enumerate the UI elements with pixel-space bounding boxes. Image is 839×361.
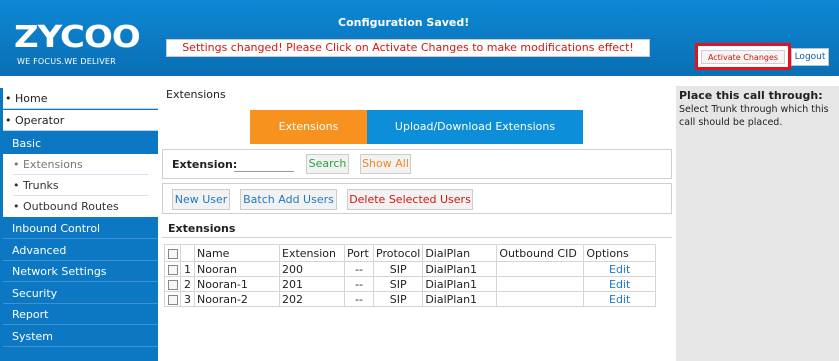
edit-link[interactable]: Edit [583,276,656,292]
row-select-cell [164,291,181,307]
column-header-extension: Extension [279,244,345,262]
row-outbound-cid [496,291,585,307]
row-index: 3 [180,291,195,307]
extensions-table: Name Extension Port Protocol DialPlan Ou… [164,244,656,307]
row-port: -- [344,261,374,277]
sidebar-item-home[interactable]: • Home [3,88,158,109]
table-header-row: Name Extension Port Protocol DialPlan Ou… [164,244,656,262]
sidebar-item-network-settings[interactable]: Network Settings [3,261,158,282]
sidebar-item-extensions[interactable]: • Extensions [3,154,158,175]
row-dialplan: DialPlan1 [422,261,498,277]
row-protocol: SIP [372,261,424,277]
sidebar-item-label: • Extensions [13,154,148,175]
help-panel-title: Place this call through: [679,89,823,102]
sidebar-item-label: • Outbound Routes [13,200,119,213]
help-panel: Place this call through: Select Trunk th… [676,86,839,361]
column-header-outbound-cid: Outbound CID [496,244,585,262]
extensions-section-title: Extensions [168,222,236,235]
sidebar-item-inbound-control[interactable]: Inbound Control [3,218,158,239]
row-checkbox[interactable] [167,264,178,275]
row-index: 2 [180,276,195,292]
search-button[interactable]: Search [306,154,349,174]
config-saved-message: Configuration Saved! [338,16,470,29]
column-header-protocol: Protocol [372,244,424,262]
batch-add-users-button[interactable]: Batch Add Users [240,189,337,210]
row-index: 1 [180,261,195,277]
row-dialplan: DialPlan1 [422,291,498,307]
row-port: -- [344,276,374,292]
edit-link[interactable]: Edit [583,261,656,277]
tab-extensions[interactable]: Extensions [250,110,367,144]
tab-upload-download-extensions[interactable]: Upload/Download Extensions [367,110,583,144]
help-panel-text: Select Trunk through which this call sho… [679,104,829,128]
delete-selected-users-button[interactable]: Delete Selected Users [347,189,473,210]
row-name: Nooran-1 [194,276,280,292]
row-select-cell [164,276,181,292]
new-user-button[interactable]: New User [172,189,230,210]
select-all-cell [164,244,181,262]
zycoo-logo: ZYCOO WE FOCUS.WE DELIVER [14,18,141,70]
row-extension: 200 [279,261,345,277]
sidebar-item-basic[interactable]: Basic [3,133,158,154]
column-header-port: Port [344,244,374,262]
sidebar: • Home • Operator Basic • Extensions • T… [0,88,158,361]
show-all-button[interactable]: Show All [360,154,411,174]
row-port: -- [344,291,374,307]
row-protocol: SIP [372,291,424,307]
row-select-cell [164,261,181,277]
row-protocol: SIP [372,276,424,292]
sidebar-item-trunks[interactable]: • Trunks [3,175,158,196]
table-row: 1 Nooran 200 -- SIP DialPlan1 Edit [164,261,656,277]
column-header-dialplan: DialPlan [422,244,498,262]
column-header-index [180,244,195,262]
logo-text: ZYCOO [14,19,141,55]
logout-button[interactable]: Logout [791,48,829,66]
row-extension: 202 [279,291,345,307]
row-name: Nooran [194,261,280,277]
sidebar-item-report[interactable]: Report [3,304,158,325]
settings-changed-notice: Settings changed! Please Click on Activa… [166,39,650,57]
sidebar-item-label: • Trunks [13,175,148,196]
row-checkbox[interactable] [167,294,178,305]
sidebar-item-operator[interactable]: • Operator [3,110,158,131]
breadcrumb: Extensions [166,88,226,101]
extension-filter-bar: Extension: Search Show All [162,149,672,179]
sidebar-item-system[interactable]: System [3,326,158,347]
table-row: 2 Nooran-1 201 -- SIP DialPlan1 Edit [164,276,656,292]
extension-search-input[interactable] [234,156,294,172]
activate-changes-highlight: Activate Changes [695,43,791,70]
row-outbound-cid [496,276,585,292]
extension-filter-label: Extension: [172,158,238,171]
table-row: 3 Nooran-2 202 -- SIP DialPlan1 Edit [164,291,656,307]
row-extension: 201 [279,276,345,292]
user-actions-bar: New User Batch Add Users Delete Selected… [162,183,672,214]
row-checkbox[interactable] [167,279,178,290]
edit-link[interactable]: Edit [583,291,656,307]
section-divider [162,237,672,238]
sidebar-item-outbound-routes[interactable]: • Outbound Routes [3,196,158,217]
sidebar-item-advanced[interactable]: Advanced [3,240,158,261]
column-header-options: Options [583,244,656,262]
logo-tagline: WE FOCUS.WE DELIVER [17,57,116,66]
row-name: Nooran-2 [194,291,280,307]
column-header-name: Name [194,244,280,262]
row-outbound-cid [496,261,585,277]
activate-changes-button[interactable]: Activate Changes [701,50,785,64]
row-dialplan: DialPlan1 [422,276,498,292]
select-all-checkbox[interactable] [167,248,178,259]
sidebar-item-security[interactable]: Security [3,283,158,304]
